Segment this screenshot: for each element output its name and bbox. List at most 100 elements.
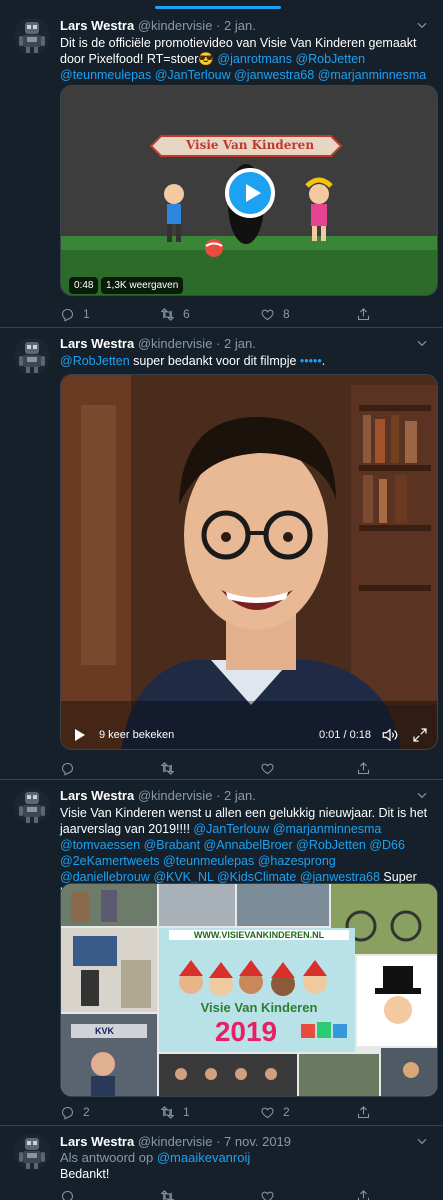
video-frame-portrait bbox=[61, 375, 437, 749]
mention-link[interactable]: @JanTerlouw bbox=[193, 822, 269, 836]
chevron-down-icon[interactable] bbox=[415, 1134, 429, 1148]
reply-icon bbox=[60, 761, 75, 776]
chevron-down-icon[interactable] bbox=[415, 336, 429, 350]
mention-link[interactable]: @janwestra68 bbox=[234, 68, 314, 82]
mention-link[interactable]: @daniellebrouw bbox=[60, 870, 150, 884]
mention-link[interactable]: @tomvaessen bbox=[60, 838, 140, 852]
reply-button[interactable] bbox=[60, 760, 83, 776]
tweet-actions bbox=[60, 1188, 429, 1200]
avatar[interactable] bbox=[14, 18, 50, 54]
tweet-header: Lars Westra @kindervisie · 2 jan. bbox=[60, 788, 429, 804]
tweet-text-end: . bbox=[321, 354, 326, 368]
separator-dot: · bbox=[216, 1134, 221, 1149]
mention-link[interactable]: @janwestra68 bbox=[300, 870, 380, 884]
like-button[interactable] bbox=[260, 760, 283, 776]
tweet-4[interactable]: Lars Westra @kindervisie · 7 nov. 2019 A… bbox=[0, 1126, 443, 1200]
play-button[interactable] bbox=[225, 168, 275, 218]
share-icon bbox=[356, 307, 371, 322]
avatar[interactable] bbox=[14, 338, 50, 374]
like-count: 8 bbox=[283, 307, 290, 321]
avatar-robot-icon bbox=[14, 1134, 50, 1170]
tweet-2[interactable]: Lars Westra @kindervisie · 2 jan. @RobJe… bbox=[0, 328, 443, 780]
video-player[interactable]: 9 keer bekeken 0:01 / 0:18 bbox=[60, 374, 438, 750]
author-name[interactable]: Lars Westra bbox=[60, 18, 134, 33]
retweet-button[interactable]: 6 bbox=[160, 306, 190, 322]
separator-dot: · bbox=[216, 18, 221, 33]
tweet-3[interactable]: Lars Westra @kindervisie · 2 jan. Visie … bbox=[0, 780, 443, 1126]
chevron-down-icon[interactable] bbox=[415, 788, 429, 802]
tweet-date[interactable]: 7 nov. 2019 bbox=[224, 1134, 291, 1149]
avatar[interactable] bbox=[14, 788, 50, 824]
tweet-date[interactable]: 2 jan. bbox=[224, 788, 256, 803]
tweet-text-plain: super bedankt voor dit filmpje bbox=[129, 354, 300, 368]
retweet-button[interactable] bbox=[160, 760, 183, 776]
mention-link[interactable]: @KidsClimate bbox=[217, 870, 296, 884]
chevron-down-icon[interactable] bbox=[415, 18, 429, 32]
tweet-text: @RobJetten super bedankt voor dit filmpj… bbox=[60, 353, 429, 369]
collage-image[interactable]: WWW.VISIEVANKINDEREN.NL Visie Van Kinder… bbox=[60, 883, 438, 1097]
volume-icon[interactable] bbox=[381, 726, 399, 744]
mention-link[interactable]: @RobJetten bbox=[295, 52, 365, 66]
tweet-date[interactable]: 2 jan. bbox=[224, 336, 256, 351]
mention-link[interactable]: @teunmeulepas bbox=[163, 854, 254, 868]
tweet-date[interactable]: 2 jan. bbox=[224, 18, 256, 33]
author-name[interactable]: Lars Westra bbox=[60, 1134, 134, 1149]
author-handle[interactable]: @kindervisie bbox=[138, 788, 213, 803]
mention-link[interactable]: @hazesprong bbox=[258, 854, 336, 868]
author-name[interactable]: Lars Westra bbox=[60, 788, 134, 803]
avatar[interactable] bbox=[14, 1134, 50, 1170]
mention-link[interactable]: @KVK_NL bbox=[153, 870, 213, 884]
like-button[interactable] bbox=[260, 1188, 283, 1200]
tweet-1[interactable]: Lars Westra @kindervisie · 2 jan. Dit is… bbox=[0, 10, 443, 328]
reply-button[interactable]: 1 bbox=[60, 306, 90, 322]
like-button[interactable]: 8 bbox=[260, 306, 290, 322]
author-handle[interactable]: @kindervisie bbox=[138, 1134, 213, 1149]
tweet-header: Lars Westra @kindervisie · 2 jan. bbox=[60, 336, 429, 352]
video-time: 0:01 / 0:18 bbox=[319, 729, 371, 741]
avatar-robot-icon bbox=[14, 788, 50, 824]
author-handle[interactable]: @kindervisie bbox=[138, 336, 213, 351]
fullscreen-icon[interactable] bbox=[411, 726, 429, 744]
reply-button[interactable] bbox=[60, 1188, 83, 1200]
tweet-actions: 2 1 2 bbox=[60, 1104, 429, 1120]
retweet-icon bbox=[160, 1189, 175, 1200]
collage-title: Visie Van Kinderen bbox=[200, 1000, 318, 1015]
mention-link[interactable]: @marjanminnesma bbox=[273, 822, 382, 836]
share-button[interactable] bbox=[356, 1104, 371, 1120]
retweet-icon bbox=[160, 307, 175, 322]
play-icon[interactable] bbox=[71, 727, 87, 743]
mention-link[interactable]: @maaikevanroij bbox=[157, 1150, 250, 1165]
reply-icon bbox=[60, 1189, 75, 1200]
tweet-actions: 1 6 8 bbox=[60, 306, 429, 322]
mention-link[interactable]: @Brabant bbox=[144, 838, 200, 852]
retweet-button[interactable]: 1 bbox=[160, 1104, 190, 1120]
author-name[interactable]: Lars Westra bbox=[60, 336, 134, 351]
like-button[interactable]: 2 bbox=[260, 1104, 290, 1120]
mention-link[interactable]: @teunmeulepas bbox=[60, 68, 151, 82]
video-banner-title: Visie Van Kinderen bbox=[185, 138, 315, 152]
share-button[interactable] bbox=[356, 306, 371, 322]
reply-button[interactable]: 2 bbox=[60, 1104, 90, 1120]
video-player[interactable]: Visie Van Kinderen 0:48 1,3K weergaven bbox=[60, 85, 438, 296]
like-icon bbox=[260, 307, 275, 322]
retweet-icon bbox=[160, 1105, 175, 1120]
mention-link[interactable]: @RobJetten bbox=[60, 354, 130, 368]
share-button[interactable] bbox=[356, 760, 371, 776]
tweet-header: Lars Westra @kindervisie · 7 nov. 2019 bbox=[60, 1134, 429, 1150]
mention-link[interactable]: @RobJetten bbox=[296, 838, 366, 852]
reply-prefix: Als antwoord op bbox=[60, 1150, 157, 1165]
mention-link[interactable]: @janrotmans bbox=[217, 52, 292, 66]
collage-url-banner: WWW.VISIEVANKINDEREN.NL bbox=[169, 930, 349, 940]
tweet-header: Lars Westra @kindervisie · 2 jan. bbox=[60, 18, 429, 34]
mention-link[interactable]: @AnnabelBroer bbox=[204, 838, 293, 852]
tweet-actions bbox=[60, 760, 429, 776]
mention-link[interactable]: @JanTerlouw bbox=[155, 68, 231, 82]
share-button[interactable] bbox=[356, 1188, 371, 1200]
top-tab-indicator-bar bbox=[0, 0, 443, 10]
mention-link[interactable]: @D66 bbox=[369, 838, 405, 852]
author-handle[interactable]: @kindervisie bbox=[138, 18, 213, 33]
tweet-text: Dit is de officiële promotievideo van Vi… bbox=[60, 35, 429, 83]
mention-link[interactable]: @2eKamertweets bbox=[60, 854, 160, 868]
retweet-button[interactable] bbox=[160, 1188, 183, 1200]
mention-link[interactable]: @marjanminnesma bbox=[318, 68, 427, 82]
